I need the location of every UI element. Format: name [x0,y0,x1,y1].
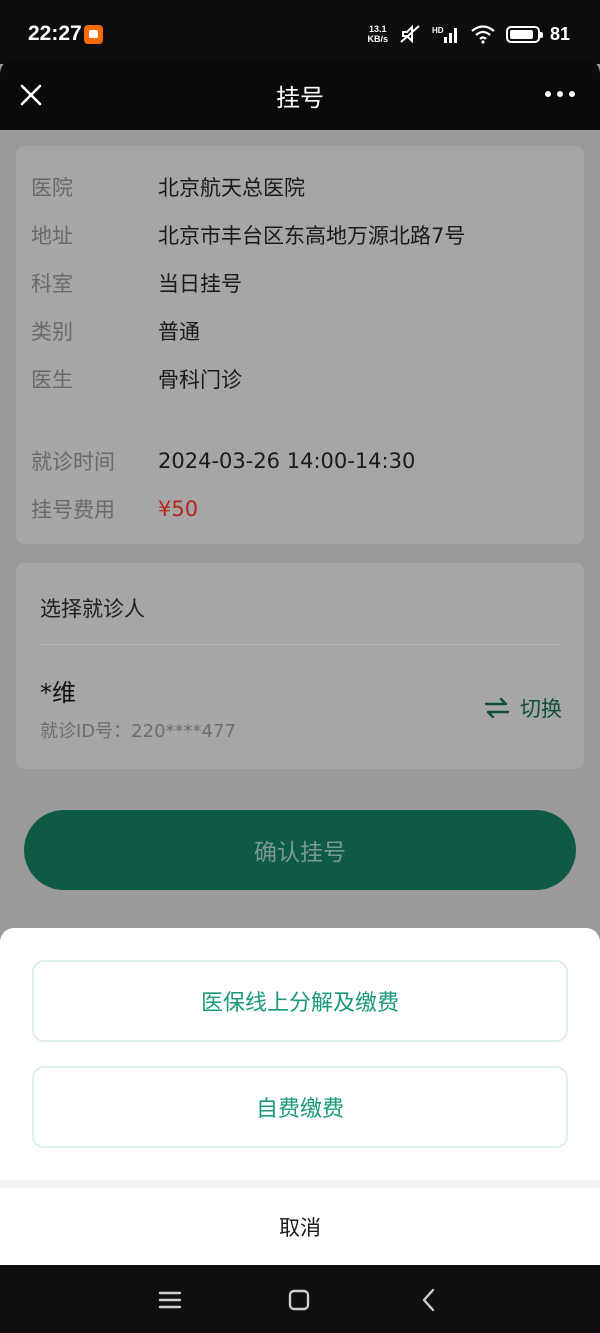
cancel-button[interactable]: 取消 [0,1188,600,1265]
status-time: 22:27 [28,22,82,45]
self-pay-button[interactable]: 自费缴费 [32,1066,568,1148]
more-icon[interactable] [544,88,576,100]
back-icon[interactable] [414,1285,444,1315]
battery-percent: 81 [549,23,570,44]
info-row-visit-time: 就诊时间 2024-03-26 14:00-14:30 [31,446,415,476]
info-row-department: 科室 当日挂号 [31,268,242,298]
swap-arrows-icon [484,698,510,718]
visit-time-value: 2024-03-26 14:00-14:30 [158,449,416,473]
info-value: 北京航天总医院 [158,176,305,200]
sheet-separator [0,1180,600,1188]
info-row-address: 地址 北京市丰台区东高地万源北路7号 [31,220,465,250]
payment-sheet: 医保线上分解及缴费 自费缴费 取消 [0,928,600,1265]
wifi-icon [471,25,495,44]
patient-id: 就诊ID号：220****477 [40,721,236,742]
info-label: 类别 [31,320,73,344]
mute-icon [400,24,420,44]
info-value: 北京市丰台区东高地万源北路7号 [158,224,466,248]
info-label: 医生 [31,368,73,392]
fee-value: ¥50 [158,497,199,521]
signal-icon: HD [432,26,457,43]
page-title: 挂号 [276,84,324,112]
confirm-registration-button[interactable]: 确认挂号 [24,810,576,890]
patient-name: *维 [40,679,76,707]
info-label: 地址 [31,224,73,248]
status-indicators: 13.1 KB/s HD 81 [367,20,570,48]
info-value: 普通 [158,320,200,344]
info-row-doctor: 医生 骨科门诊 [31,364,242,394]
svg-text:HD: HD [432,26,444,35]
system-nav-bar [0,1265,600,1333]
info-label: 科室 [31,272,73,296]
info-row-category: 类别 普通 [31,316,200,346]
insurance-payment-button[interactable]: 医保线上分解及缴费 [32,960,568,1042]
app-notification-icon [84,25,103,44]
switch-label: 切换 [520,697,562,721]
info-row-hospital: 医院 北京航天总医院 [31,172,305,202]
info-label: 挂号费用 [31,498,115,522]
net-speed-value: 13.1 [368,24,387,34]
info-row-fee: 挂号费用 ¥50 [31,494,198,524]
net-speed-unit: KB/s [367,34,388,44]
registration-info-card: 医院 北京航天总医院 地址 北京市丰台区东高地万源北路7号 科室 当日挂号 类别… [16,146,584,544]
patient-card: 选择就诊人 *维 就诊ID号：220****477 切换 [16,563,584,769]
divider [40,644,560,645]
battery-icon [505,25,543,43]
patient-section-title: 选择就诊人 [40,597,145,621]
menu-icon[interactable] [155,1285,185,1315]
home-icon[interactable] [284,1285,314,1315]
net-speed: 13.1 KB/s [367,24,388,44]
info-value: 当日挂号 [158,272,242,296]
page-header: 挂号 [0,58,600,130]
info-label: 就诊时间 [31,450,115,474]
info-label: 医院 [31,176,73,200]
switch-patient-button[interactable]: 切换 [484,693,562,723]
status-bar: 22:27 13.1 KB/s HD 81 [0,0,600,64]
info-value: 骨科门诊 [158,368,242,392]
